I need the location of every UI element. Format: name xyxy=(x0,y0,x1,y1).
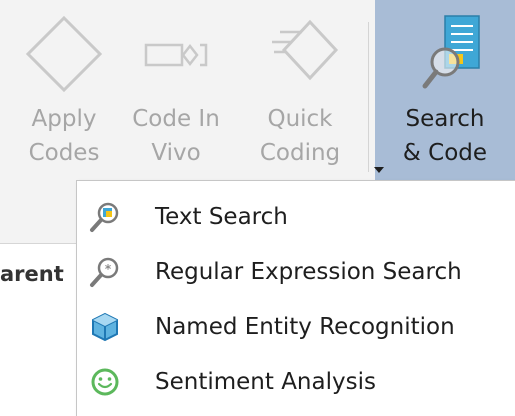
search-and-code-label-line2: & Code xyxy=(402,140,488,166)
code-in-vivo-button[interactable]: Code In Vivo xyxy=(126,0,226,180)
diamond-icon xyxy=(14,14,114,93)
menu-item-sentiment-analysis[interactable]: Sentiment Analysis xyxy=(77,354,515,410)
regex-search-icon: * xyxy=(89,256,121,288)
menu-item-named-entity-recognition[interactable]: Named Entity Recognition xyxy=(77,299,515,355)
menu-item-label: Named Entity Recognition xyxy=(155,314,455,340)
dropdown-caret-icon xyxy=(374,167,384,173)
apply-codes-label-line2: Codes xyxy=(28,140,100,166)
code-in-vivo-label: Code In Vivo xyxy=(120,102,232,170)
menu-item-label: Sentiment Analysis xyxy=(155,369,376,395)
quick-coding-label-line1: Quick xyxy=(267,106,333,132)
code-in-vivo-label-line2: Vivo xyxy=(151,140,201,166)
menu-item-text-search[interactable]: Text Search xyxy=(77,189,515,245)
code-in-vivo-label-line1: Code In xyxy=(132,106,220,132)
quick-coding-label: Quick Coding xyxy=(244,102,356,170)
smiley-icon xyxy=(89,366,121,398)
menu-item-regular-expression-search[interactable]: * Regular Expression Search xyxy=(77,244,515,300)
apply-codes-label-line1: Apply xyxy=(31,106,97,132)
search-and-code-label-line1: Search xyxy=(405,106,485,132)
code-in-vivo-icon xyxy=(126,14,226,90)
search-and-code-button[interactable]: Search & Code xyxy=(374,0,515,180)
apply-codes-button[interactable]: Apply Codes xyxy=(14,0,114,180)
search-code-dropdown-menu: Text Search * Regular Expression Search … xyxy=(76,180,515,416)
search-code-icon xyxy=(375,14,515,90)
quick-coding-icon xyxy=(250,14,350,90)
background-partial-text: arent xyxy=(0,262,64,286)
menu-item-label: Text Search xyxy=(155,204,288,230)
quick-coding-button[interactable]: Quick Coding xyxy=(250,0,350,180)
apply-codes-label: Apply Codes xyxy=(8,102,120,170)
search-and-code-label: Search & Code xyxy=(369,102,515,173)
cube-icon xyxy=(89,311,121,343)
search-and-code-label-line2-wrap: & Code xyxy=(369,136,515,173)
quick-coding-label-line2: Coding xyxy=(259,140,341,166)
menu-item-label: Regular Expression Search xyxy=(155,259,462,285)
svg-text:*: * xyxy=(105,262,112,276)
text-search-icon xyxy=(89,201,121,233)
